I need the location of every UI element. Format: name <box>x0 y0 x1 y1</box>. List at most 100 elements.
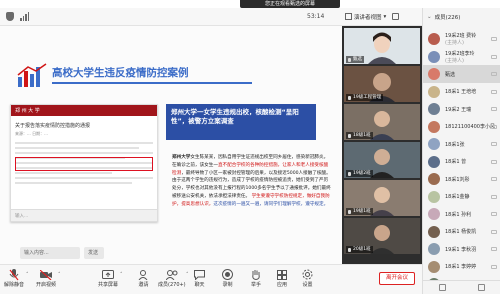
video-tile[interactable]: 19级工程管理 <box>344 66 420 102</box>
video-tile[interactable]: 20级1班 <box>344 218 420 254</box>
doc-title: 关于报告落实疫情防控措施的通报 <box>15 123 91 129</box>
university-logo-icon <box>17 63 47 87</box>
member-row[interactable]: 18采1 孙利 <box>423 205 500 223</box>
mute-all-icon[interactable] <box>439 284 446 291</box>
member-name: 18采1 曾 <box>445 159 467 165</box>
camera-icon <box>491 177 497 181</box>
video-name-tag: 19级工程管理 <box>346 94 384 101</box>
unmute-button[interactable]: 解除静音 <box>4 268 24 288</box>
avatar <box>428 225 440 238</box>
video-tile[interactable]: 19级1班 <box>344 180 420 216</box>
chevron-up-icon[interactable]: ˄ <box>26 272 29 278</box>
member-name: 18采1刘彤 <box>445 176 470 183</box>
chat-icon <box>194 268 205 281</box>
member-row[interactable]: 19采2 王瑞 <box>423 100 500 118</box>
members-panel: ⌄ 成员(226) 19采2班 费铃 (主持人) 19采2班李玲 (主持人) 甄选 18采… <box>422 8 500 294</box>
mic-icon <box>348 57 351 62</box>
mic-muted-icon <box>9 268 19 281</box>
body-mid-2: ，最终导致了小区一家被封控管理的后果，以及接近5000人接触了核酸。 <box>181 170 331 176</box>
case-callout: 郑州大学一女学生违规出校，核酸检测“呈阳性”，被警方立案调查 <box>166 104 316 140</box>
apps-icon <box>277 268 287 281</box>
chevron-up-icon[interactable]: ˄ <box>58 272 61 278</box>
member-row[interactable]: 18121100400李小风 <box>423 118 500 136</box>
slide-title: 高校大学生违反疫情防控案例 <box>52 67 189 79</box>
share-screen-button[interactable]: 共享屏幕 <box>98 268 118 288</box>
apps-button[interactable]: 应用 <box>277 268 287 288</box>
camera-icon <box>491 54 497 59</box>
member-name: 甄选 <box>445 71 456 78</box>
gear-icon <box>302 268 313 281</box>
invite-button[interactable]: 邀请 <box>138 268 149 288</box>
member-row[interactable]: 18采1刘彤 <box>423 170 500 188</box>
raise-hand-button[interactable]: 举手 <box>251 268 261 288</box>
more-icon[interactable] <box>478 284 485 291</box>
shield-icon[interactable] <box>6 12 14 21</box>
avatar <box>428 243 440 255</box>
member-name: 19采2班 费铃 <box>445 33 477 39</box>
member-row[interactable]: 18采1金静 <box>423 188 500 206</box>
avatar <box>428 173 440 185</box>
member-row[interactable]: 18采1 王培培 <box>423 83 500 101</box>
camera-icon <box>491 194 497 199</box>
chevron-down-icon[interactable]: ⌄ <box>427 14 432 20</box>
fullscreen-icon[interactable] <box>392 13 400 20</box>
members-footer <box>423 280 500 294</box>
members-icon <box>165 268 178 281</box>
leave-meeting-button[interactable]: 离开会议 <box>379 272 415 285</box>
avatar <box>428 50 440 63</box>
video-name-tag: 甄选 <box>346 56 364 63</box>
shared-screen: 高校大学生违反疫情防控案例 郑 州 大 学 关于报告落实疫情防控措施的通报 来源… <box>0 26 342 264</box>
member-role: (主持人) <box>445 57 464 64</box>
avatar <box>428 68 440 80</box>
members-button[interactable]: 成员(270+) <box>158 268 186 288</box>
camera-icon <box>491 37 497 41</box>
start-video-button[interactable]: 开启视频 <box>36 268 56 288</box>
mic-icon <box>348 209 351 214</box>
record-button[interactable]: 录制 <box>222 268 233 288</box>
mic-icon <box>348 171 351 176</box>
video-tile[interactable]: 19级2班 <box>344 142 420 178</box>
doc-footer: 输入... <box>11 209 157 221</box>
member-row[interactable]: 18采1张 <box>423 135 500 153</box>
body-intro: 郑州大学 <box>172 155 191 160</box>
doc-header: 郑 州 大 学 <box>11 105 157 116</box>
avatar <box>428 208 440 220</box>
camera-icon <box>491 229 497 234</box>
mic-icon <box>348 95 351 100</box>
body-blue: 这次疫情的一遍又一遍，请同学们理解学校，遵守规定。 <box>213 201 329 207</box>
avatar <box>428 260 440 273</box>
video-name-tag: 20级1班 <box>346 246 373 253</box>
mic-icon <box>348 133 351 138</box>
avatar <box>428 85 440 98</box>
chat-button[interactable]: 聊天 <box>194 268 205 288</box>
member-name: 19采2 王瑞 <box>445 106 472 113</box>
member-row[interactable]: 18采1 李婷婷 <box>423 258 500 276</box>
slide-send-chip: 发送 <box>84 247 104 259</box>
member-row[interactable]: 18采1 杨俊凯 <box>423 223 500 241</box>
video-tile[interactable]: 甄选 <box>344 28 420 64</box>
chevron-up-icon[interactable]: ˄ <box>120 272 123 278</box>
settings-button[interactable]: 设置 <box>302 268 313 288</box>
avatar <box>428 155 440 168</box>
members-header: ⌄ 成员(226) <box>423 8 500 26</box>
member-name: 18采1金静 <box>445 194 470 200</box>
camera-icon <box>491 142 497 146</box>
camera-icon <box>491 247 497 251</box>
slide-input-chip: 输入内容... <box>20 247 80 259</box>
member-row[interactable]: 18采1 曾 <box>423 153 500 171</box>
member-name: 18采1 孙利 <box>445 211 472 218</box>
signal-icon[interactable] <box>20 12 29 21</box>
member-row[interactable]: 19采2班 费铃 (主持人) <box>423 30 500 48</box>
video-tile[interactable]: 18级1班 <box>344 104 420 140</box>
chevron-up-icon[interactable]: ˄ <box>186 272 189 278</box>
member-name: 18采1 李婷婷 <box>445 264 477 270</box>
case-body: 郑州大学女生陈某某，因私自用学生证违规出校至同乡居住，感染新冠肺炎。在确诊之前，… <box>172 154 332 209</box>
member-name: 19采1 李秋羽 <box>445 246 477 253</box>
view-switcher[interactable]: 演讲者视图 ▾ <box>342 8 422 26</box>
member-row[interactable]: 19采1 李秋羽 <box>423 240 500 258</box>
camera-icon <box>491 124 497 129</box>
member-name: 18采1张 <box>445 141 465 148</box>
member-row[interactable]: 甄选 <box>423 65 500 83</box>
member-row[interactable]: 19采2班李玲 (主持人) <box>423 48 500 66</box>
view-label: 演讲者视图 <box>354 14 382 21</box>
